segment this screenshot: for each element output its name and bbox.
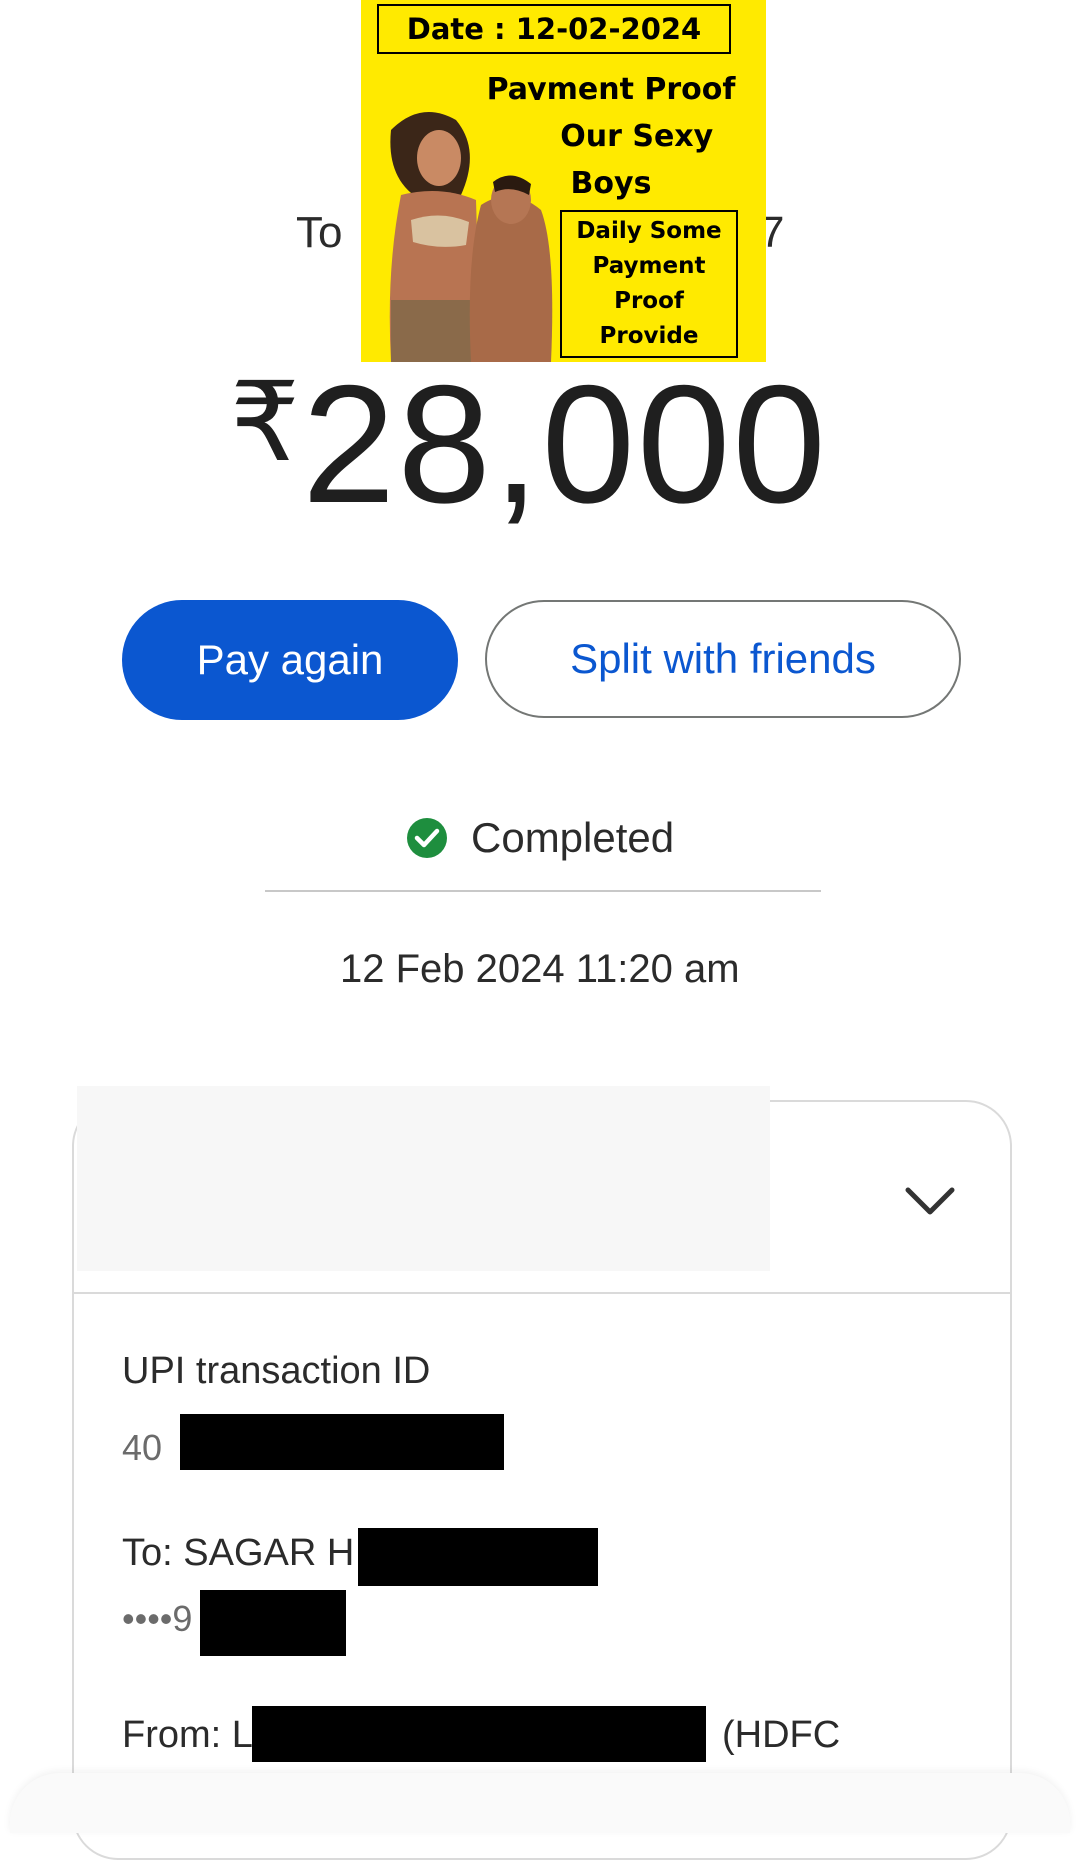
banner-date: Date : 12-02-2024 <box>377 4 731 54</box>
payment-status: Completed <box>405 810 674 866</box>
redaction-bar <box>252 1706 706 1762</box>
amount-value: 28,000 <box>302 350 828 538</box>
status-divider <box>265 890 821 892</box>
card-header-mask <box>77 1086 770 1271</box>
redaction-bar <box>358 1528 598 1586</box>
banner-note-line: Proof <box>614 288 684 314</box>
currency-symbol: ₹ <box>230 361 302 484</box>
sender-name-prefix: From: L <box>122 1714 253 1756</box>
banner-note-line: Daily Some <box>576 218 722 244</box>
status-label: Completed <box>471 814 675 861</box>
card-divider <box>74 1292 1011 1294</box>
redaction-bar <box>180 1414 504 1470</box>
recipient-name: To: SAGAR H <box>122 1532 355 1574</box>
banner-note-box: Daily Some Payment Proof Provide <box>560 210 738 358</box>
pay-again-button[interactable]: Pay again <box>122 600 458 720</box>
banner-photo <box>361 100 561 362</box>
chevron-down-icon[interactable] <box>900 1170 960 1230</box>
transaction-datetime: 12 Feb 2024 11:20 am <box>340 947 740 991</box>
promo-banner: Date : 12-02-2024 Payment Proof by Our S… <box>361 0 766 362</box>
check-circle-icon <box>407 818 447 858</box>
upi-id-label: UPI transaction ID <box>122 1350 431 1392</box>
recipient-prefix: To <box>296 208 343 257</box>
bottom-sheet <box>10 1773 1070 1833</box>
recipient-account: ••••9 <box>122 1598 193 1639</box>
split-with-friends-button[interactable]: Split with friends <box>485 600 961 718</box>
banner-note-line: Payment <box>592 253 706 279</box>
upi-id-value: 40 <box>122 1427 163 1468</box>
payment-amount: ₹28,000 <box>230 338 828 529</box>
sender-bank: (HDFC <box>722 1714 841 1756</box>
redaction-bar <box>200 1590 346 1656</box>
